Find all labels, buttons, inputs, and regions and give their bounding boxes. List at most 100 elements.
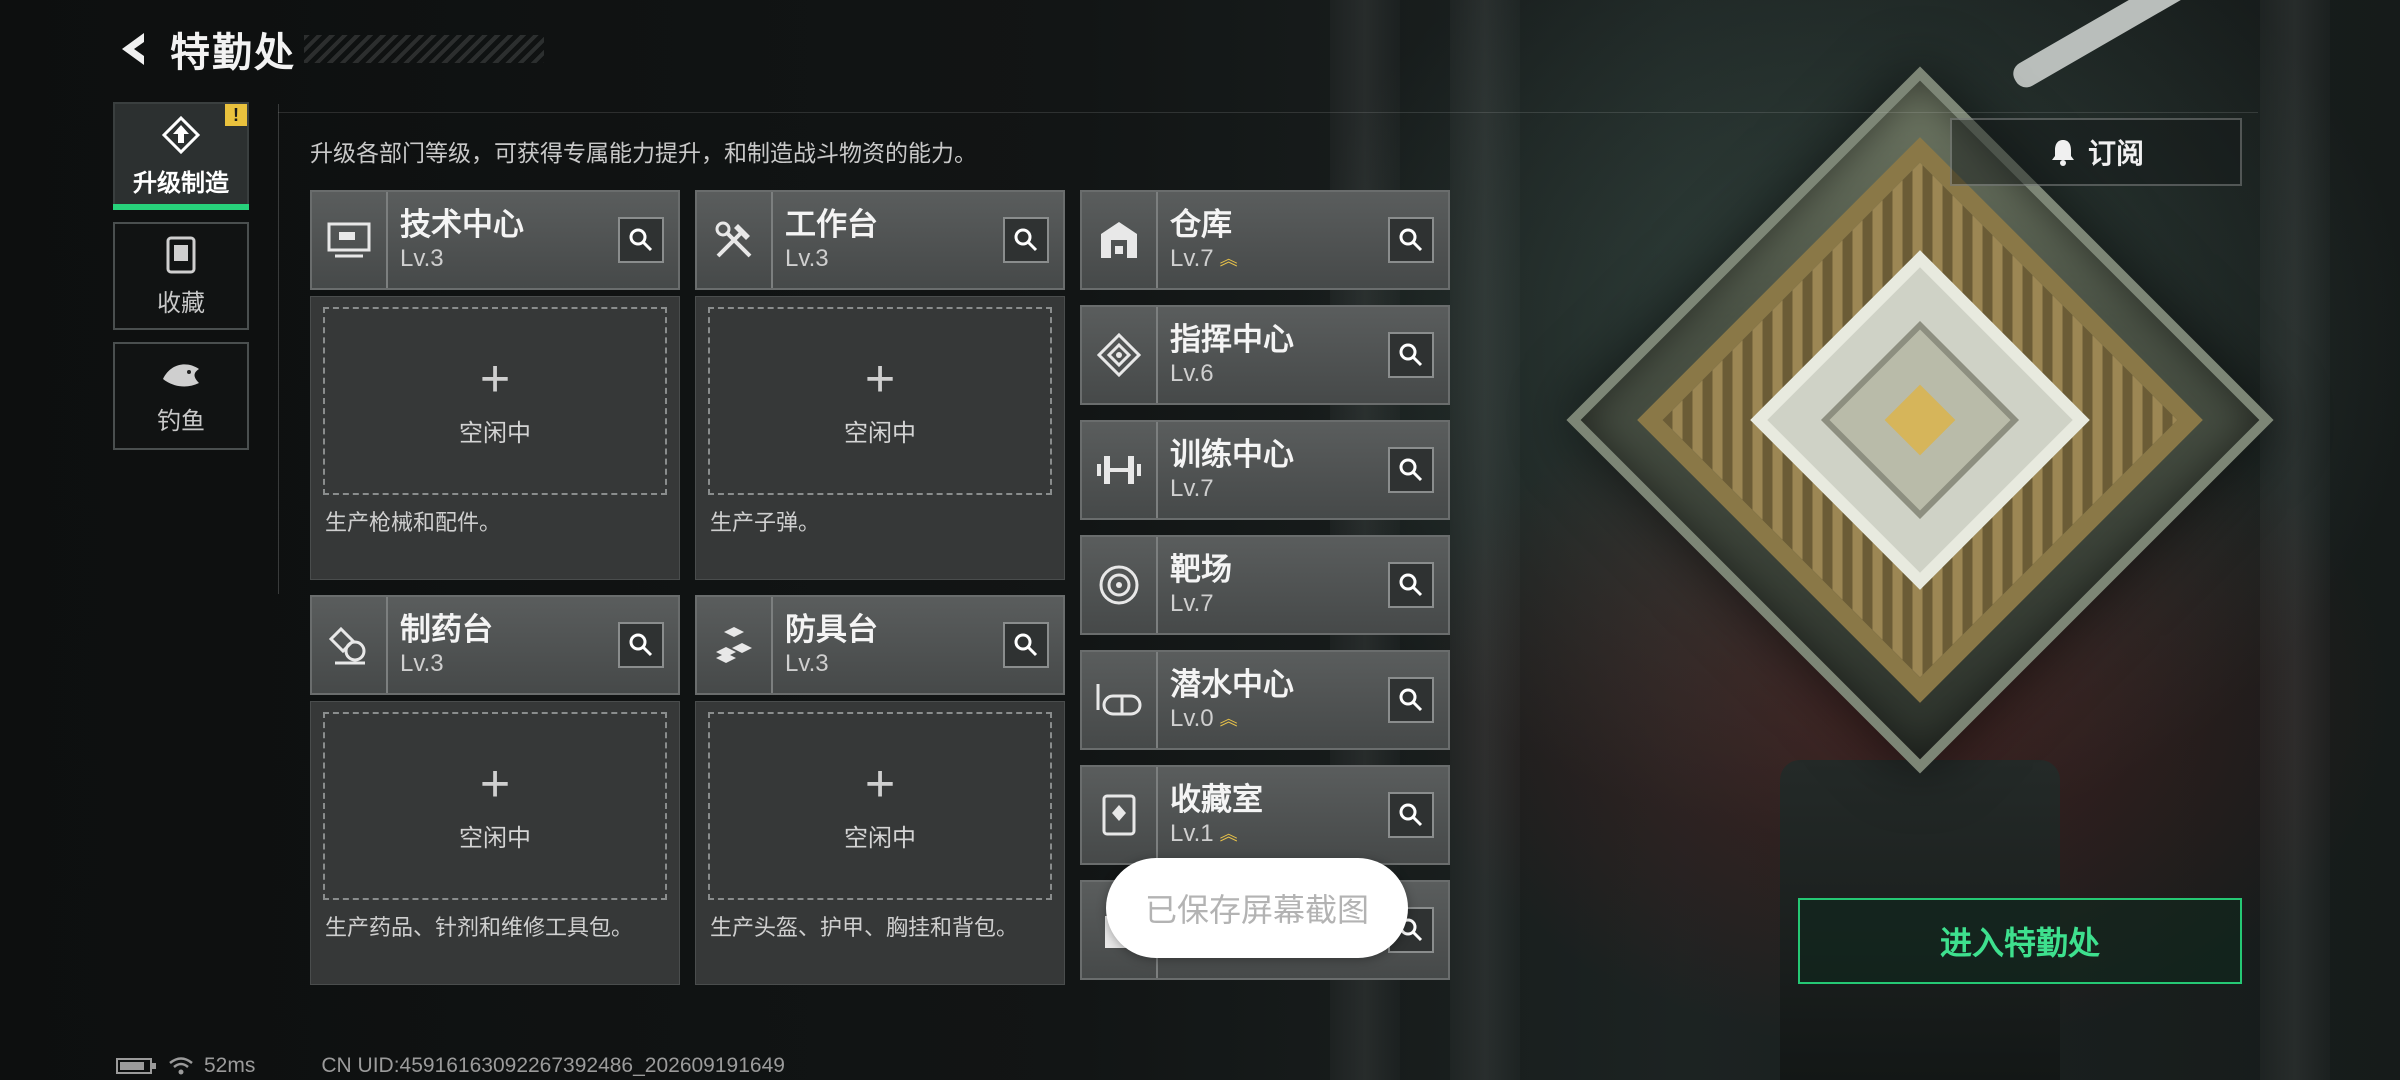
facility-level: Lv.7 bbox=[1170, 245, 1214, 272]
upgrade-available-icon: ︽ bbox=[1219, 824, 1238, 844]
enter-special-ops-button[interactable]: 进入特勤处 bbox=[1798, 898, 2242, 984]
facility-name: 训练中心 bbox=[1170, 437, 1294, 472]
alert-badge: ! bbox=[225, 104, 247, 126]
facility-card-warehouse[interactable]: 仓库 Lv.7 ︽ bbox=[1080, 190, 1450, 290]
nav-item-fishing[interactable]: 钓鱼 bbox=[113, 342, 249, 450]
fish-icon bbox=[163, 363, 199, 386]
search-button[interactable] bbox=[1388, 792, 1434, 838]
facility-name: 仓库 bbox=[1170, 207, 1232, 242]
facility-card-diving-center[interactable]: 潜水中心 Lv.0 ︽ bbox=[1080, 650, 1450, 750]
slot-status: 空闲中 bbox=[844, 419, 916, 447]
title-decoration bbox=[304, 35, 544, 63]
workbench-icon bbox=[715, 221, 752, 258]
empty-production-slot[interactable]: + 空闲中 bbox=[708, 712, 1052, 900]
facility-name: 防具台 bbox=[785, 612, 878, 647]
subscribe-label: 订阅 bbox=[2087, 138, 2144, 169]
side-nav: ! 升级制造 收藏 钓鱼 bbox=[113, 102, 249, 462]
search-icon bbox=[629, 633, 653, 657]
production-description: 生产枪械和配件。 bbox=[325, 510, 502, 535]
status-bar: 52ms CN UID:4591616309226739​2486_202609… bbox=[116, 1054, 785, 1078]
facility-card-collection-room[interactable]: 收藏室 Lv.1 ︽ bbox=[1080, 765, 1450, 865]
slot-status: 空闲中 bbox=[459, 824, 531, 852]
page-header: 特勤处 bbox=[112, 24, 544, 75]
search-button[interactable] bbox=[1003, 622, 1049, 668]
search-button[interactable] bbox=[1388, 677, 1434, 723]
facility-card-workbench[interactable]: 工作台 Lv.3 bbox=[695, 190, 1065, 290]
wifi-icon bbox=[169, 1057, 193, 1075]
collection-icon bbox=[166, 236, 196, 273]
facility-card-shooting-range[interactable]: 靶场 Lv.7 bbox=[1080, 535, 1450, 635]
battery-icon bbox=[116, 1058, 156, 1074]
slot-status: 空闲中 bbox=[844, 824, 916, 852]
facility-card-tech-center[interactable]: 技术中心 Lv.3 bbox=[310, 190, 680, 290]
plus-icon: + bbox=[479, 754, 511, 813]
production-slot-panel: + 空闲中 生产头盔、护甲、胸挂和背包。 bbox=[695, 701, 1065, 985]
empty-production-slot[interactable]: + 空闲中 bbox=[323, 712, 667, 900]
facility-level: Lv.3 bbox=[400, 650, 444, 677]
facility-level: Lv.3 bbox=[400, 245, 444, 272]
search-button[interactable] bbox=[1388, 447, 1434, 493]
search-icon bbox=[1399, 573, 1423, 597]
search-icon bbox=[1014, 633, 1038, 657]
warehouse-icon bbox=[1101, 222, 1137, 258]
user-uid: CN UID:4591616309226739​2486_20260919164… bbox=[321, 1054, 785, 1077]
search-icon bbox=[1399, 688, 1423, 712]
ping-value: 52ms bbox=[204, 1054, 256, 1077]
nav-item-label: 收藏 bbox=[157, 289, 205, 317]
command-center-icon bbox=[1097, 333, 1141, 377]
armor-bench-icon bbox=[716, 627, 752, 663]
facility-name: 靶场 bbox=[1170, 552, 1232, 587]
empty-production-slot[interactable]: + 空闲中 bbox=[323, 307, 667, 495]
production-description: 生产药品、针剂和维修工具包。 bbox=[325, 915, 634, 940]
background-pillar bbox=[1450, 0, 1520, 1080]
production-slot-panel: + 空闲中 生产枪械和配件。 bbox=[310, 296, 680, 580]
production-description: 生产头盔、护甲、胸挂和背包。 bbox=[710, 915, 1019, 940]
nav-item-label: 升级制造 bbox=[133, 169, 229, 197]
subscribe-button[interactable]: 订阅 bbox=[1950, 118, 2242, 186]
plus-icon: + bbox=[864, 754, 896, 813]
facility-level: Lv.7 bbox=[1170, 475, 1214, 502]
facility-name: 收藏室 bbox=[1170, 782, 1263, 817]
search-button[interactable] bbox=[1003, 217, 1049, 263]
facility-card-command-center[interactable]: 指挥中心 Lv.6 bbox=[1080, 305, 1450, 405]
enter-label: 进入特勤处 bbox=[1939, 925, 2100, 961]
nav-item-upgrade-manufacture[interactable]: ! 升级制造 bbox=[113, 102, 249, 210]
empty-production-slot[interactable]: + 空闲中 bbox=[708, 307, 1052, 495]
search-button[interactable] bbox=[618, 217, 664, 263]
search-icon bbox=[1399, 803, 1423, 827]
search-button[interactable] bbox=[1388, 562, 1434, 608]
facility-card-pharmacy[interactable]: 制药台 Lv.3 bbox=[310, 595, 680, 695]
search-button[interactable] bbox=[618, 622, 664, 668]
facility-level: Lv.1 bbox=[1170, 820, 1214, 847]
facility-level: Lv.3 bbox=[785, 245, 829, 272]
search-icon bbox=[1399, 458, 1423, 482]
facility-level: Lv.0 bbox=[1170, 705, 1214, 732]
search-icon bbox=[1014, 228, 1038, 252]
facility-name: 工作台 bbox=[785, 207, 878, 242]
facility-level: Lv.6 bbox=[1170, 360, 1214, 387]
facility-name: 制药台 bbox=[400, 612, 493, 647]
facility-card-training-center[interactable]: 训练中心 Lv.7 bbox=[1080, 420, 1450, 520]
back-arrow-icon[interactable] bbox=[112, 27, 156, 71]
nav-item-collection[interactable]: 收藏 bbox=[113, 222, 249, 330]
production-slot-panel: + 空闲中 生产子弹。 bbox=[695, 296, 1065, 580]
section-description: 升级各部门等级，可获得专属能力提升，和制造战斗物资的能力。 bbox=[310, 140, 977, 166]
facility-name: 潜水中心 bbox=[1170, 667, 1294, 702]
pharmacy-icon bbox=[328, 626, 366, 665]
slot-status: 空闲中 bbox=[459, 419, 531, 447]
facility-card-armor-bench[interactable]: 防具台 Lv.3 bbox=[695, 595, 1065, 695]
facility-name: 指挥中心 bbox=[1170, 322, 1294, 357]
search-button[interactable] bbox=[1388, 217, 1434, 263]
page-title: 特勤处 bbox=[170, 31, 296, 75]
search-icon bbox=[1399, 343, 1423, 367]
collection-room-icon bbox=[1102, 794, 1136, 836]
search-button[interactable] bbox=[1388, 332, 1434, 378]
facility-level: Lv.3 bbox=[785, 650, 829, 677]
diving-center-icon bbox=[1096, 684, 1142, 716]
plus-icon: + bbox=[479, 349, 511, 408]
divider-line bbox=[278, 112, 2258, 113]
nav-item-label: 钓鱼 bbox=[157, 407, 205, 435]
bell-icon bbox=[2051, 140, 2074, 166]
screenshot-saved-toast: 已保存屏幕截图 bbox=[1106, 858, 1408, 958]
search-icon bbox=[629, 228, 653, 252]
